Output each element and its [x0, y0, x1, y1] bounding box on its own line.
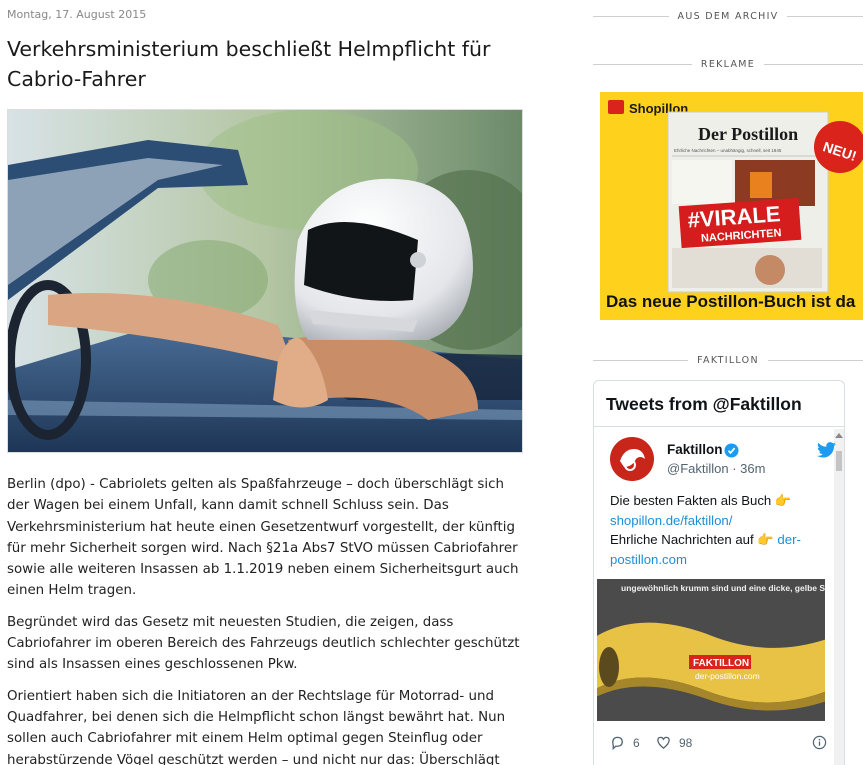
- media-site: der-postillon.com: [695, 671, 760, 681]
- archive-heading: AUS DEM ARCHIV: [593, 9, 863, 23]
- divider: [787, 15, 863, 17]
- tweet-media-image[interactable]: ungewöhnlich krumm sind und eine dicke, …: [597, 579, 825, 721]
- article-body: Berlin (dpo) - Cabriolets gelten als Spa…: [7, 474, 523, 765]
- scroll-up-arrow-icon[interactable]: [835, 433, 843, 438]
- twitter-timeline[interactable]: Tweets from @Faktillon Faktillon @Faktil…: [593, 380, 845, 765]
- reply-count: 6: [633, 735, 640, 750]
- info-button[interactable]: [812, 735, 827, 750]
- faktillon-heading: FAKTILLON: [593, 353, 863, 367]
- divider: [593, 359, 689, 361]
- ad-banner[interactable]: Shopillon Der Postillon Ehrliche Nachric…: [600, 92, 863, 320]
- avatar[interactable]: [610, 437, 654, 481]
- tweet-link[interactable]: shopillon.de/faktillon/: [610, 513, 732, 528]
- paragraph: Begründet wird das Gesetz mit neuesten S…: [7, 614, 520, 673]
- sidebar: AUS DEM ARCHIV REKLAME Shopillon Der Pos…: [593, 0, 863, 765]
- book-tagline: Ehrliche Nachrichten – unabhängig, schne…: [674, 148, 782, 153]
- scrollbar-thumb[interactable]: [836, 451, 842, 471]
- reply-icon: [612, 736, 623, 750]
- paragraph: Berlin (dpo) - Cabriolets gelten als Spa…: [7, 477, 519, 599]
- divider: [767, 359, 863, 361]
- media-caption: ungewöhnlich krumm sind und eine dicke, …: [621, 583, 825, 593]
- divider: [593, 15, 669, 17]
- tweet-text: Die besten Fakten als Buch 👉 shopillon.d…: [610, 493, 801, 567]
- tweet-actions: 6 98: [610, 735, 832, 755]
- account-name[interactable]: Faktillon: [667, 442, 723, 457]
- heart-icon: [657, 736, 670, 749]
- book-title: Der Postillon: [698, 124, 798, 144]
- divider: [593, 63, 692, 65]
- info-icon: [812, 735, 827, 750]
- post-date: Montag, 17. August 2015: [7, 8, 147, 21]
- account-handle[interactable]: @Faktillon · 36m: [667, 461, 765, 476]
- like-button[interactable]: 98: [656, 735, 692, 750]
- ad-heading: REKLAME: [593, 57, 863, 71]
- like-count: 98: [679, 735, 693, 750]
- timeline-header[interactable]: Tweets from @Faktillon: [594, 381, 844, 427]
- paragraph: Orientiert haben sich die Initiatoren an…: [7, 688, 506, 765]
- media-brand: FAKTILLON: [693, 658, 749, 669]
- ad-banner-text: Das neue Postillon-Buch ist da: [606, 292, 856, 311]
- reply-button[interactable]: 6: [610, 735, 640, 750]
- verified-badge-icon: [724, 443, 739, 458]
- post-title[interactable]: Verkehrsministerium beschließt Helmpflic…: [7, 34, 523, 94]
- twitter-bird-icon[interactable]: [817, 442, 836, 458]
- divider: [764, 63, 863, 65]
- article-image: [7, 109, 523, 453]
- tweet[interactable]: Faktillon @Faktillon · 36m Die besten Fa…: [594, 427, 836, 765]
